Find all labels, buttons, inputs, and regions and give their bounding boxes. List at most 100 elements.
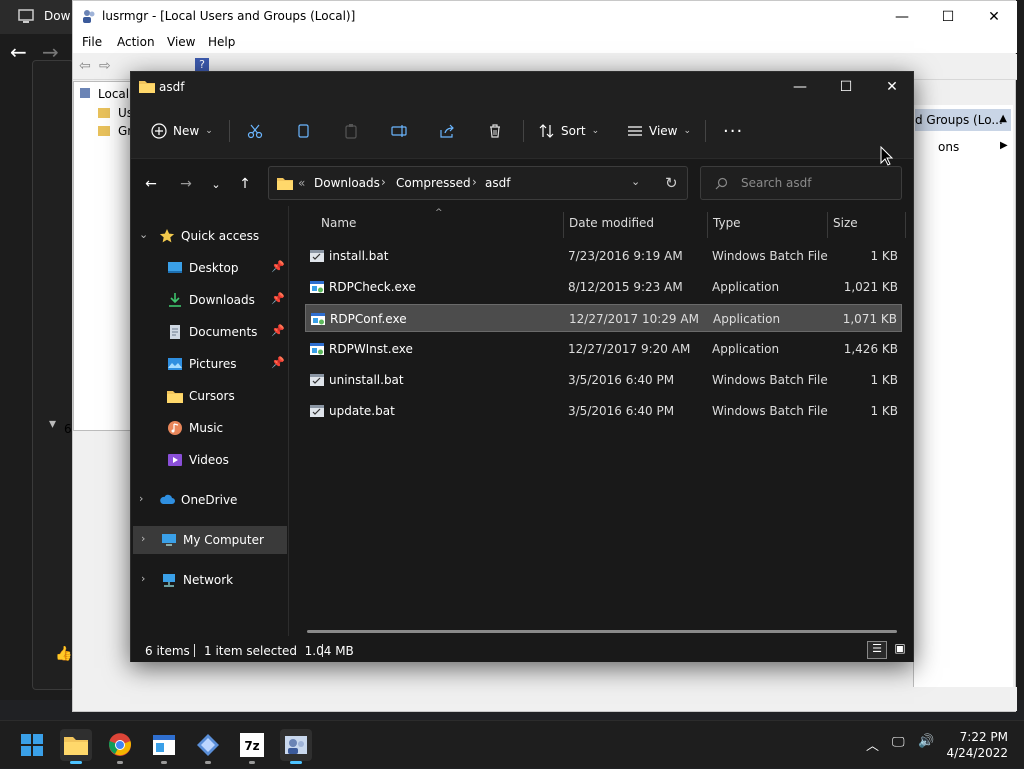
view-button[interactable]: View ⌄ bbox=[627, 118, 691, 144]
sidebar-my-computer[interactable]: › My Computer bbox=[133, 526, 287, 554]
taskbar-lusrmgr[interactable] bbox=[280, 729, 312, 764]
arrow-right-icon[interactable]: ▶ bbox=[1000, 140, 1008, 151]
chevron-down-icon[interactable]: ⌄ bbox=[139, 228, 148, 241]
chevron-up-icon[interactable]: ︿ bbox=[866, 735, 879, 754]
actions-header[interactable]: d Groups (Lo... ▲ bbox=[915, 109, 1011, 131]
horizontal-scrollbar[interactable] bbox=[307, 630, 897, 633]
new-button[interactable]: New ⌄ bbox=[151, 118, 213, 144]
more-options-icon[interactable]: ··· bbox=[723, 118, 743, 144]
close-button[interactable]: ✕ bbox=[869, 72, 915, 102]
rename-button[interactable] bbox=[391, 118, 409, 144]
column-separator[interactable] bbox=[563, 212, 564, 238]
tree-root[interactable]: Local bbox=[98, 87, 129, 101]
table-row[interactable]: RDPCheck.exe 8/12/2015 9:23 AM Application… bbox=[305, 273, 902, 301]
taskbar-file-explorer[interactable] bbox=[60, 729, 92, 764]
taskbar-network-app[interactable] bbox=[192, 729, 224, 764]
share-button[interactable] bbox=[439, 118, 455, 144]
pin-icon[interactable]: 📌 bbox=[271, 356, 285, 369]
copy-button[interactable] bbox=[295, 118, 311, 144]
close-button[interactable]: ✕ bbox=[971, 1, 1017, 33]
chevron-down-icon[interactable]: ⌄ bbox=[631, 175, 640, 188]
network-status-icon[interactable]: 🖵 bbox=[892, 735, 905, 750]
search-placeholder: Search asdf bbox=[741, 176, 812, 190]
breadcrumb-downloads[interactable]: Downloads bbox=[314, 176, 380, 190]
minimize-button[interactable]: — bbox=[879, 1, 925, 33]
maximize-button[interactable]: ☐ bbox=[925, 1, 971, 33]
column-size[interactable]: Size bbox=[833, 216, 858, 230]
table-row[interactable]: update.bat 3/5/2016 6:40 PM Windows Batch … bbox=[305, 397, 902, 425]
column-type[interactable]: Type bbox=[713, 216, 741, 230]
address-bar[interactable]: « Downloads › Compressed › asdf ⌄ ↻ bbox=[268, 166, 688, 200]
file-date: 3/5/2016 6:40 PM bbox=[568, 373, 675, 387]
delete-button[interactable] bbox=[487, 118, 503, 144]
chevron-right-icon[interactable]: › bbox=[139, 492, 143, 505]
sidebar-item-pictures[interactable]: Pictures 📌 bbox=[131, 350, 287, 378]
thumbs-up-icon[interactable]: 👍 bbox=[55, 646, 72, 662]
details-view-icon[interactable]: ☰ bbox=[867, 641, 887, 659]
menu-file[interactable]: File bbox=[82, 35, 102, 49]
start-button[interactable] bbox=[16, 729, 48, 761]
pin-icon[interactable]: 📌 bbox=[271, 260, 285, 273]
table-row[interactable]: RDPWInst.exe 12/27/2017 9:20 AM Applicatio… bbox=[305, 335, 902, 363]
actions-item[interactable]: ons bbox=[938, 140, 959, 154]
up-arrow-icon[interactable]: ↑ bbox=[233, 173, 257, 195]
cut-button[interactable] bbox=[247, 118, 263, 144]
recent-locations-icon[interactable]: ⌄ bbox=[204, 173, 228, 195]
refresh-icon[interactable]: ↻ bbox=[665, 174, 678, 192]
sidebar-item-cursors[interactable]: Cursors bbox=[131, 382, 287, 410]
forward-arrow-icon[interactable]: → bbox=[174, 173, 198, 195]
maximize-button[interactable]: ☐ bbox=[823, 72, 869, 102]
forward-icon[interactable]: ⇨ bbox=[99, 58, 111, 74]
back-arrow-icon[interactable]: ← bbox=[139, 173, 163, 195]
tiles-view-icon[interactable]: ▣ bbox=[891, 641, 909, 659]
sidebar-item-videos[interactable]: Videos bbox=[131, 446, 287, 474]
sidebar-item-desktop[interactable]: Desktop 📌 bbox=[131, 254, 287, 282]
column-separator[interactable] bbox=[707, 212, 708, 238]
pin-icon[interactable]: 📌 bbox=[271, 324, 285, 337]
sort-button[interactable]: Sort ⌄ bbox=[539, 118, 599, 144]
sidebar-quick-access[interactable]: ⌄ Quick access bbox=[131, 222, 287, 250]
breadcrumb-overflow[interactable]: « bbox=[298, 176, 305, 190]
chevron-right-icon[interactable]: › bbox=[141, 572, 145, 585]
back-arrow-icon[interactable]: ← bbox=[10, 40, 27, 64]
sidebar-item-documents[interactable]: Documents 📌 bbox=[131, 318, 287, 346]
menu-action[interactable]: Action bbox=[117, 35, 155, 49]
breadcrumb-asdf[interactable]: asdf bbox=[485, 176, 510, 190]
breadcrumb-compressed[interactable]: Compressed bbox=[396, 176, 471, 190]
clock[interactable]: 7:22 PM 4/24/2022 bbox=[946, 729, 1008, 761]
collapse-icon[interactable]: ▾ bbox=[49, 416, 56, 432]
column-separator[interactable] bbox=[827, 212, 828, 238]
sidebar-label: Pictures bbox=[189, 357, 237, 371]
search-box[interactable]: Search asdf bbox=[700, 166, 902, 200]
taskbar-chrome[interactable] bbox=[104, 729, 136, 764]
sidebar-label: Downloads bbox=[189, 293, 255, 307]
back-icon[interactable]: ⇦ bbox=[79, 58, 91, 74]
sidebar-network[interactable]: › Network bbox=[133, 566, 287, 594]
sidebar-onedrive[interactable]: › OneDrive bbox=[131, 486, 287, 514]
volume-icon[interactable]: 🔊 bbox=[918, 734, 934, 749]
paste-button[interactable] bbox=[343, 118, 359, 144]
column-date[interactable]: Date modified bbox=[569, 216, 654, 230]
taskbar-7zip[interactable]: 7z bbox=[236, 729, 268, 764]
chevron-down-icon: ⌄ bbox=[591, 126, 600, 136]
table-row[interactable]: install.bat 7/23/2016 9:19 AM Windows Batc… bbox=[305, 242, 902, 270]
sidebar-item-music[interactable]: Music bbox=[131, 414, 287, 442]
table-row[interactable]: uninstall.bat 3/5/2016 6:40 PM Windows Bat… bbox=[305, 366, 902, 394]
lusrmgr-titlebar: lusrmgr - [Local Users and Groups (Local… bbox=[73, 1, 1017, 33]
sidebar-item-downloads[interactable]: Downloads 📌 bbox=[131, 286, 287, 314]
pin-icon[interactable]: 📌 bbox=[271, 292, 285, 305]
column-name[interactable]: Name bbox=[321, 216, 356, 230]
lusrmgr-tree: Local Us Gr 6 bbox=[64, 81, 135, 436]
column-separator[interactable] bbox=[905, 212, 906, 238]
menu-view[interactable]: View bbox=[167, 35, 195, 49]
menu-help[interactable]: Help bbox=[208, 35, 235, 49]
taskbar-app-window[interactable] bbox=[148, 729, 180, 764]
sidebar-label: Network bbox=[183, 573, 234, 587]
minimize-button[interactable]: — bbox=[777, 72, 823, 102]
sidebar-label: Videos bbox=[189, 453, 229, 467]
collapse-up-icon[interactable]: ▲ bbox=[999, 113, 1007, 124]
chevron-right-icon[interactable]: › bbox=[381, 175, 386, 189]
chevron-right-icon[interactable]: › bbox=[141, 532, 145, 545]
chevron-right-icon[interactable]: › bbox=[472, 175, 477, 189]
table-row[interactable]: RDPConf.exe 12/27/2017 10:29 AM Applicatio… bbox=[305, 304, 902, 332]
